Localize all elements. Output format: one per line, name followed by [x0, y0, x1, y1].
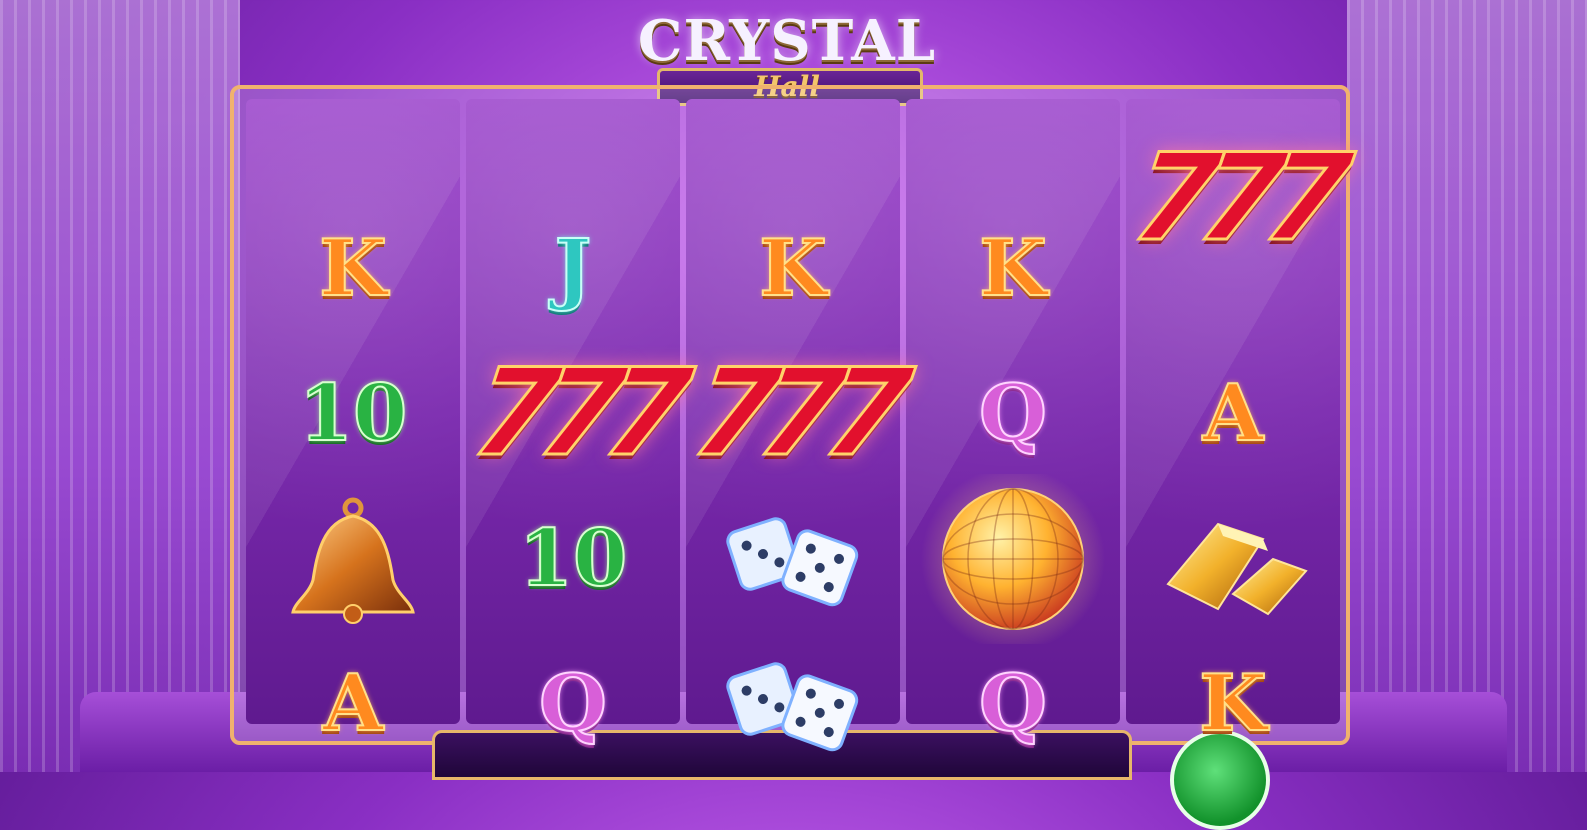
bell-icon [246, 484, 460, 634]
symbol-q: Q [906, 339, 1120, 489]
dice-icon [686, 629, 900, 779]
symbol-label: K [318, 223, 388, 314]
reel-2: J 777 10 Q [464, 99, 683, 744]
symbol-label: Q [978, 368, 1048, 459]
symbol-label: 777 [1124, 128, 1343, 270]
reel-4: K Q Q [906, 99, 1120, 744]
right-curtain [1347, 0, 1587, 772]
symbol-label: Q [978, 658, 1048, 749]
symbol-label: 10 [298, 368, 409, 459]
symbol-label: K [1198, 658, 1268, 749]
symbol-label: 10 [518, 513, 629, 604]
symbol-k: K [686, 194, 900, 344]
symbol-label: Q [538, 658, 608, 749]
symbol-label: A [322, 658, 385, 749]
symbol-k: K [906, 194, 1120, 344]
reel-1: K 10 A [246, 99, 460, 744]
symbol-label: 777 [684, 343, 903, 485]
symbol-label: 777 [464, 343, 683, 485]
symbol-k: K [246, 194, 460, 344]
left-curtain [0, 0, 240, 772]
symbol-j: J [466, 194, 680, 344]
symbol-a: A [246, 629, 460, 779]
symbol-10: 10 [466, 484, 680, 634]
symbol-label: J [554, 223, 593, 314]
symbol-10: 10 [246, 339, 460, 489]
symbol-a: A [1126, 339, 1340, 489]
symbol-k: K [1126, 629, 1340, 779]
symbol-label: K [978, 223, 1048, 314]
symbol-q: Q [906, 629, 1120, 779]
symbol-q: Q [466, 629, 680, 779]
disco-ball-icon [906, 474, 1120, 644]
logo-title: CRYSTAL [637, 8, 937, 74]
symbol-label: A [1202, 368, 1265, 459]
gold-bars-icon [1126, 484, 1340, 634]
reel-5: 777 A K [1124, 99, 1343, 744]
symbol-label: K [758, 223, 828, 314]
symbol-sevens: 777 [464, 329, 683, 499]
dice-icon [686, 484, 900, 634]
reel-3: K 777 [684, 99, 903, 752]
symbol-sevens: 777 [684, 329, 903, 499]
symbol-sevens: 777 [1124, 114, 1343, 284]
